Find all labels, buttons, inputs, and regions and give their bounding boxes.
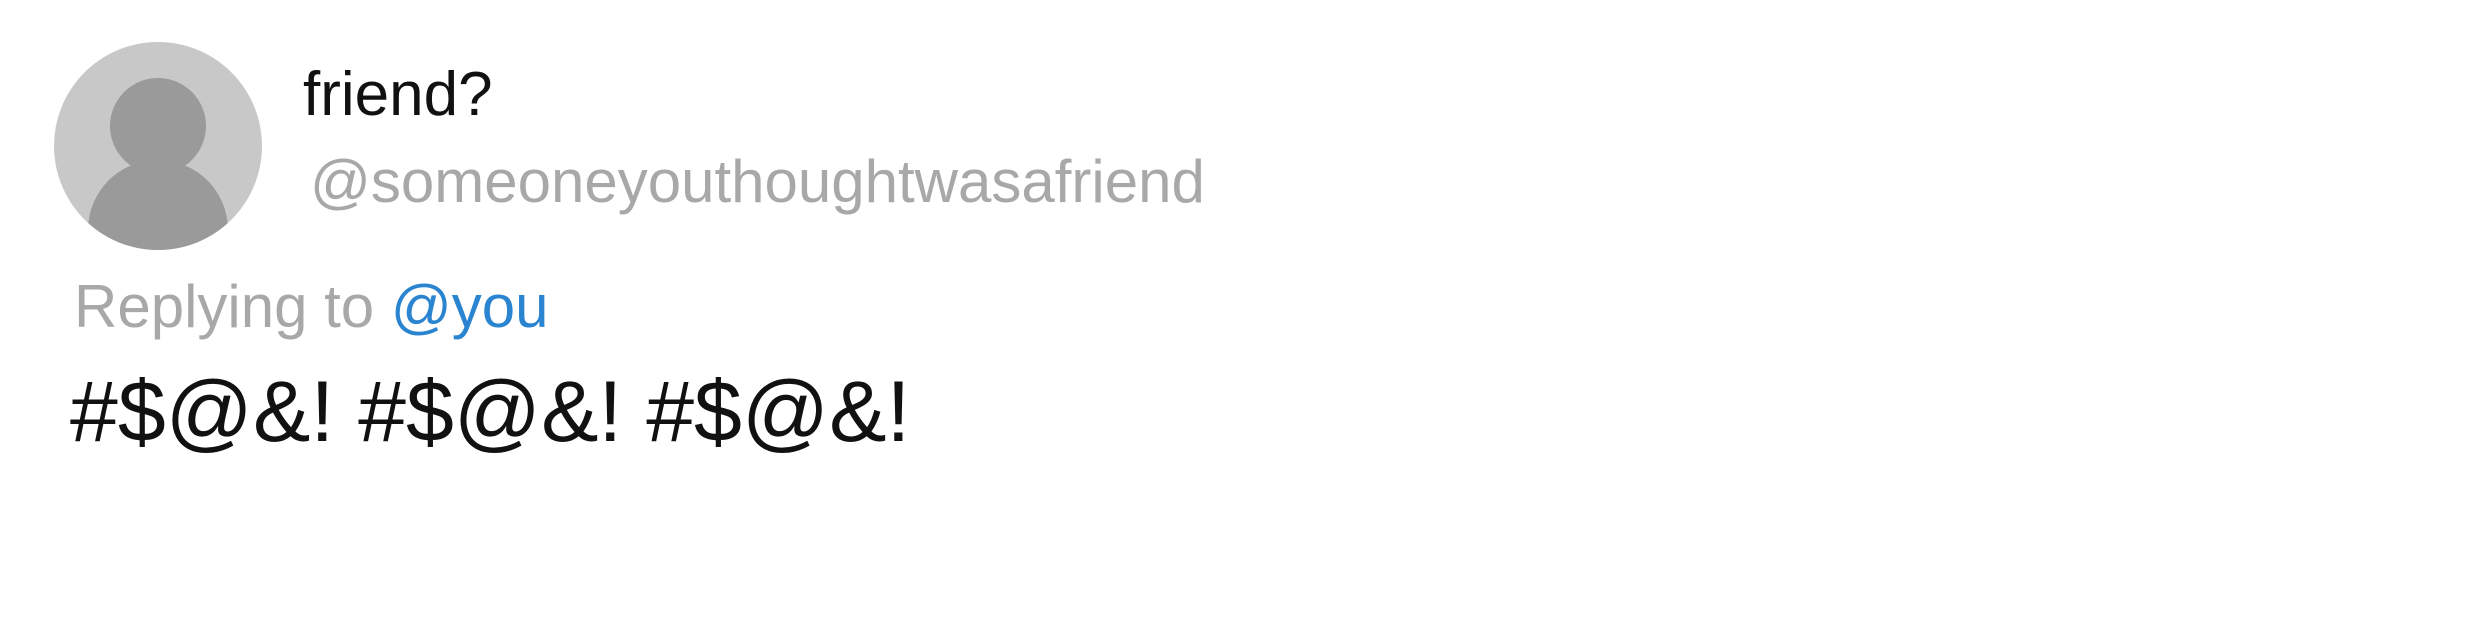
- reply-mention-link[interactable]: @you: [391, 273, 549, 340]
- replying-to-line: Replying to @you: [74, 277, 549, 337]
- display-name[interactable]: friend?: [303, 64, 493, 126]
- replying-to-label: Replying to: [74, 273, 375, 340]
- tweet-card: friend? @someoneyouthoughtwasafriend Rep…: [0, 0, 2472, 630]
- avatar[interactable]: [54, 42, 262, 250]
- user-handle[interactable]: @someoneyouthoughtwasafriend: [310, 152, 1205, 212]
- tweet-text: #$@&! #$@&! #$@&!: [70, 364, 911, 460]
- default-avatar-body-icon: [88, 160, 228, 250]
